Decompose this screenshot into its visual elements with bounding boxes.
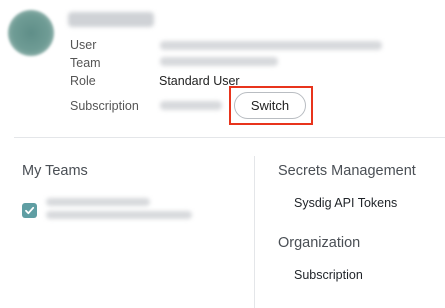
user-email-redacted (160, 41, 382, 50)
team-value-redacted (160, 57, 278, 66)
user-profile-panel: User Team Role Standard User Subscriptio… (0, 0, 445, 308)
role-label: Role (70, 74, 96, 88)
my-teams-title: My Teams (22, 163, 88, 179)
secrets-management-title: Secrets Management (278, 163, 416, 179)
divider-vertical (254, 156, 255, 308)
organization-title: Organization (278, 235, 361, 251)
sysdig-api-tokens-link[interactable]: Sysdig API Tokens (294, 196, 397, 210)
organization-subscription-link[interactable]: Subscription (294, 268, 363, 282)
avatar (8, 10, 54, 56)
team-name-redacted (46, 198, 150, 206)
role-value: Standard User (159, 74, 240, 88)
username-redacted (68, 12, 154, 27)
team-description-redacted (46, 211, 192, 219)
team-checkbox[interactable] (22, 203, 37, 218)
switch-subscription-button[interactable]: Switch (234, 92, 306, 119)
subscription-label: Subscription (70, 99, 139, 113)
user-label: User (70, 38, 97, 52)
team-label: Team (70, 56, 101, 70)
subscription-value-redacted (160, 101, 222, 110)
check-icon (25, 206, 35, 215)
divider-horizontal (14, 137, 445, 138)
